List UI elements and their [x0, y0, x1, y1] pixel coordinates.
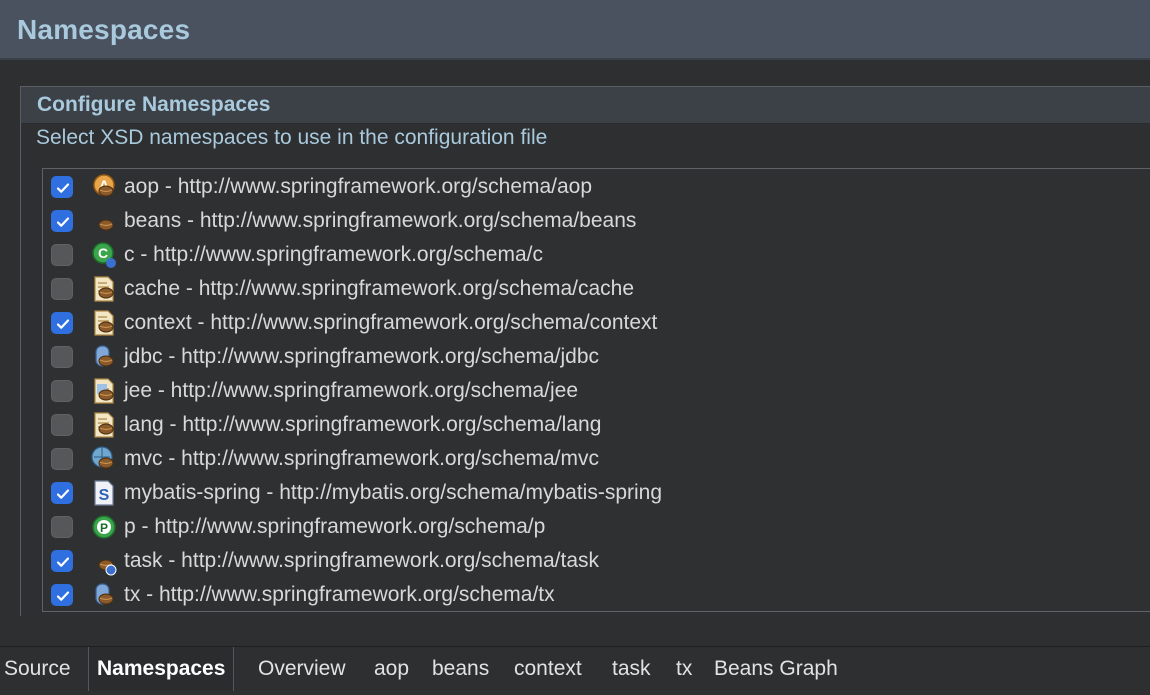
beans-icon	[89, 206, 119, 236]
namespace-label: cache - http://www.springframework.org/s…	[124, 277, 635, 300]
task-icon	[89, 546, 119, 576]
tab-beans[interactable]: beans	[432, 647, 489, 691]
namespace-row[interactable]: jee - http://www.springframework.org/sch…	[43, 374, 1150, 408]
namespace-row[interactable]: Aaop - http://www.springframework.org/sc…	[43, 170, 1150, 204]
section-header[interactable]: Configure Namespaces	[21, 87, 1150, 124]
namespace-row[interactable]: context - http://www.springframework.org…	[43, 306, 1150, 340]
namespace-label: mybatis-spring - http://mybatis.org/sche…	[124, 481, 663, 504]
mvc-icon	[89, 444, 119, 474]
tab-source[interactable]: Source	[4, 647, 71, 691]
namespace-label: p - http://www.springframework.org/schem…	[124, 515, 546, 538]
editor-tab-bar: Source Namespaces Overview aop beans context t…	[0, 646, 1150, 695]
aop-icon: A	[89, 172, 119, 202]
jee-icon	[89, 376, 119, 406]
namespace-row[interactable]: Cc - http://www.springframework.org/sche…	[43, 238, 1150, 272]
namespace-checkbox[interactable]	[51, 448, 73, 470]
namespace-checkbox[interactable]	[51, 176, 73, 198]
tab-namespaces[interactable]: Namespaces	[88, 647, 235, 691]
namespace-label: lang - http://www.springframework.org/sc…	[124, 413, 602, 436]
jdbc-icon	[89, 342, 119, 372]
namespace-checkbox[interactable]	[51, 312, 73, 334]
p-namespace-icon: P	[89, 512, 119, 542]
svg-text:C: C	[98, 245, 108, 261]
namespace-label: mvc - http://www.springframework.org/sch…	[124, 447, 599, 470]
namespace-label: c - http://www.springframework.org/schem…	[124, 243, 543, 266]
namespace-row[interactable]: tx - http://www.springframework.org/sche…	[43, 578, 1150, 612]
namespace-checkbox[interactable]	[51, 516, 73, 538]
context-icon	[89, 308, 119, 338]
tab-beans-graph[interactable]: Beans Graph	[714, 647, 838, 691]
namespace-row[interactable]: Smybatis-spring - http://mybatis.org/sch…	[43, 476, 1150, 510]
lang-icon	[89, 410, 119, 440]
tab-overview[interactable]: Overview	[258, 647, 346, 691]
namespace-row[interactable]: mvc - http://www.springframework.org/sch…	[43, 442, 1150, 476]
c-namespace-icon: C	[89, 240, 119, 270]
tab-tx[interactable]: tx	[676, 647, 692, 691]
namespace-checkbox[interactable]	[51, 278, 73, 300]
namespace-label: jee - http://www.springframework.org/sch…	[124, 379, 579, 402]
namespace-row[interactable]: cache - http://www.springframework.org/s…	[43, 272, 1150, 306]
namespace-checkbox[interactable]	[51, 482, 73, 504]
section-title: Configure Namespaces	[37, 93, 271, 116]
namespace-checkbox[interactable]	[51, 414, 73, 436]
namespace-row[interactable]: lang - http://www.springframework.org/sc…	[43, 408, 1150, 442]
namespace-row[interactable]: beans - http://www.springframework.org/s…	[43, 204, 1150, 238]
namespace-label: beans - http://www.springframework.org/s…	[124, 209, 637, 232]
tab-aop[interactable]: aop	[374, 647, 409, 691]
tx-icon	[89, 580, 119, 610]
svg-text:S: S	[99, 487, 110, 504]
namespace-row[interactable]: task - http://www.springframework.org/sc…	[43, 544, 1150, 578]
namespace-checkbox[interactable]	[51, 346, 73, 368]
mybatis-icon: S	[89, 478, 119, 508]
namespace-row[interactable]: Pp - http://www.springframework.org/sche…	[43, 510, 1150, 544]
namespace-checkbox[interactable]	[51, 380, 73, 402]
namespace-checkbox[interactable]	[51, 550, 73, 572]
section-description: Select XSD namespaces to use in the conf…	[36, 126, 548, 149]
namespace-checkbox[interactable]	[51, 210, 73, 232]
namespace-list[interactable]: Aaop - http://www.springframework.org/sc…	[42, 168, 1150, 612]
editor-header: Namespaces	[0, 0, 1150, 60]
namespace-label: jdbc - http://www.springframework.org/sc…	[124, 345, 600, 368]
cache-icon	[89, 274, 119, 304]
svg-text:P: P	[100, 521, 108, 535]
namespace-label: task - http://www.springframework.org/sc…	[124, 549, 599, 572]
namespace-label: aop - http://www.springframework.org/sch…	[124, 175, 593, 198]
namespace-label: context - http://www.springframework.org…	[124, 311, 658, 334]
tab-context[interactable]: context	[514, 647, 582, 691]
namespace-row[interactable]: jdbc - http://www.springframework.org/sc…	[43, 340, 1150, 374]
namespace-checkbox[interactable]	[51, 244, 73, 266]
tab-task[interactable]: task	[612, 647, 651, 691]
page-title: Namespaces	[17, 14, 191, 45]
namespace-checkbox[interactable]	[51, 584, 73, 606]
namespace-label: tx - http://www.springframework.org/sche…	[124, 583, 555, 606]
